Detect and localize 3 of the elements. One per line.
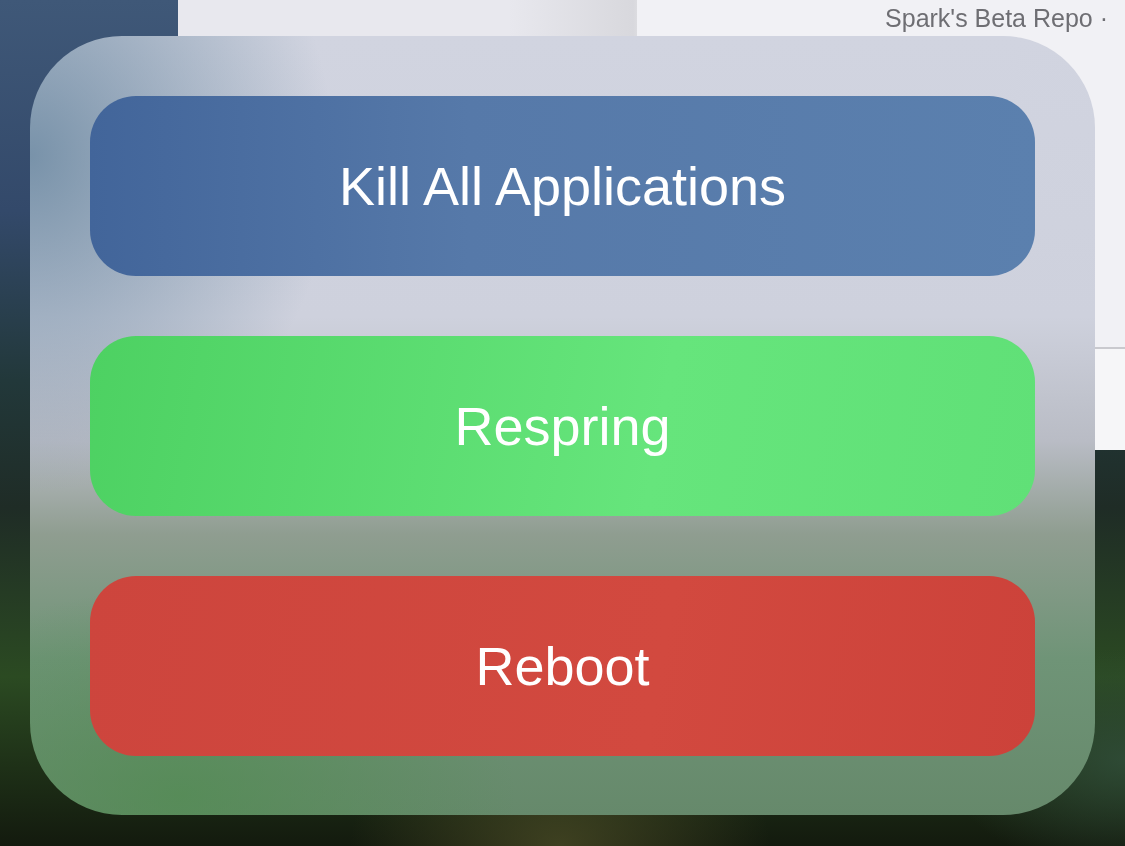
action-button[interactable]: Reboot	[90, 576, 1035, 756]
action-button[interactable]: Kill All Applications	[90, 96, 1035, 276]
repo-subtitle: Spark's Beta Repo ·	[885, 3, 1108, 33]
